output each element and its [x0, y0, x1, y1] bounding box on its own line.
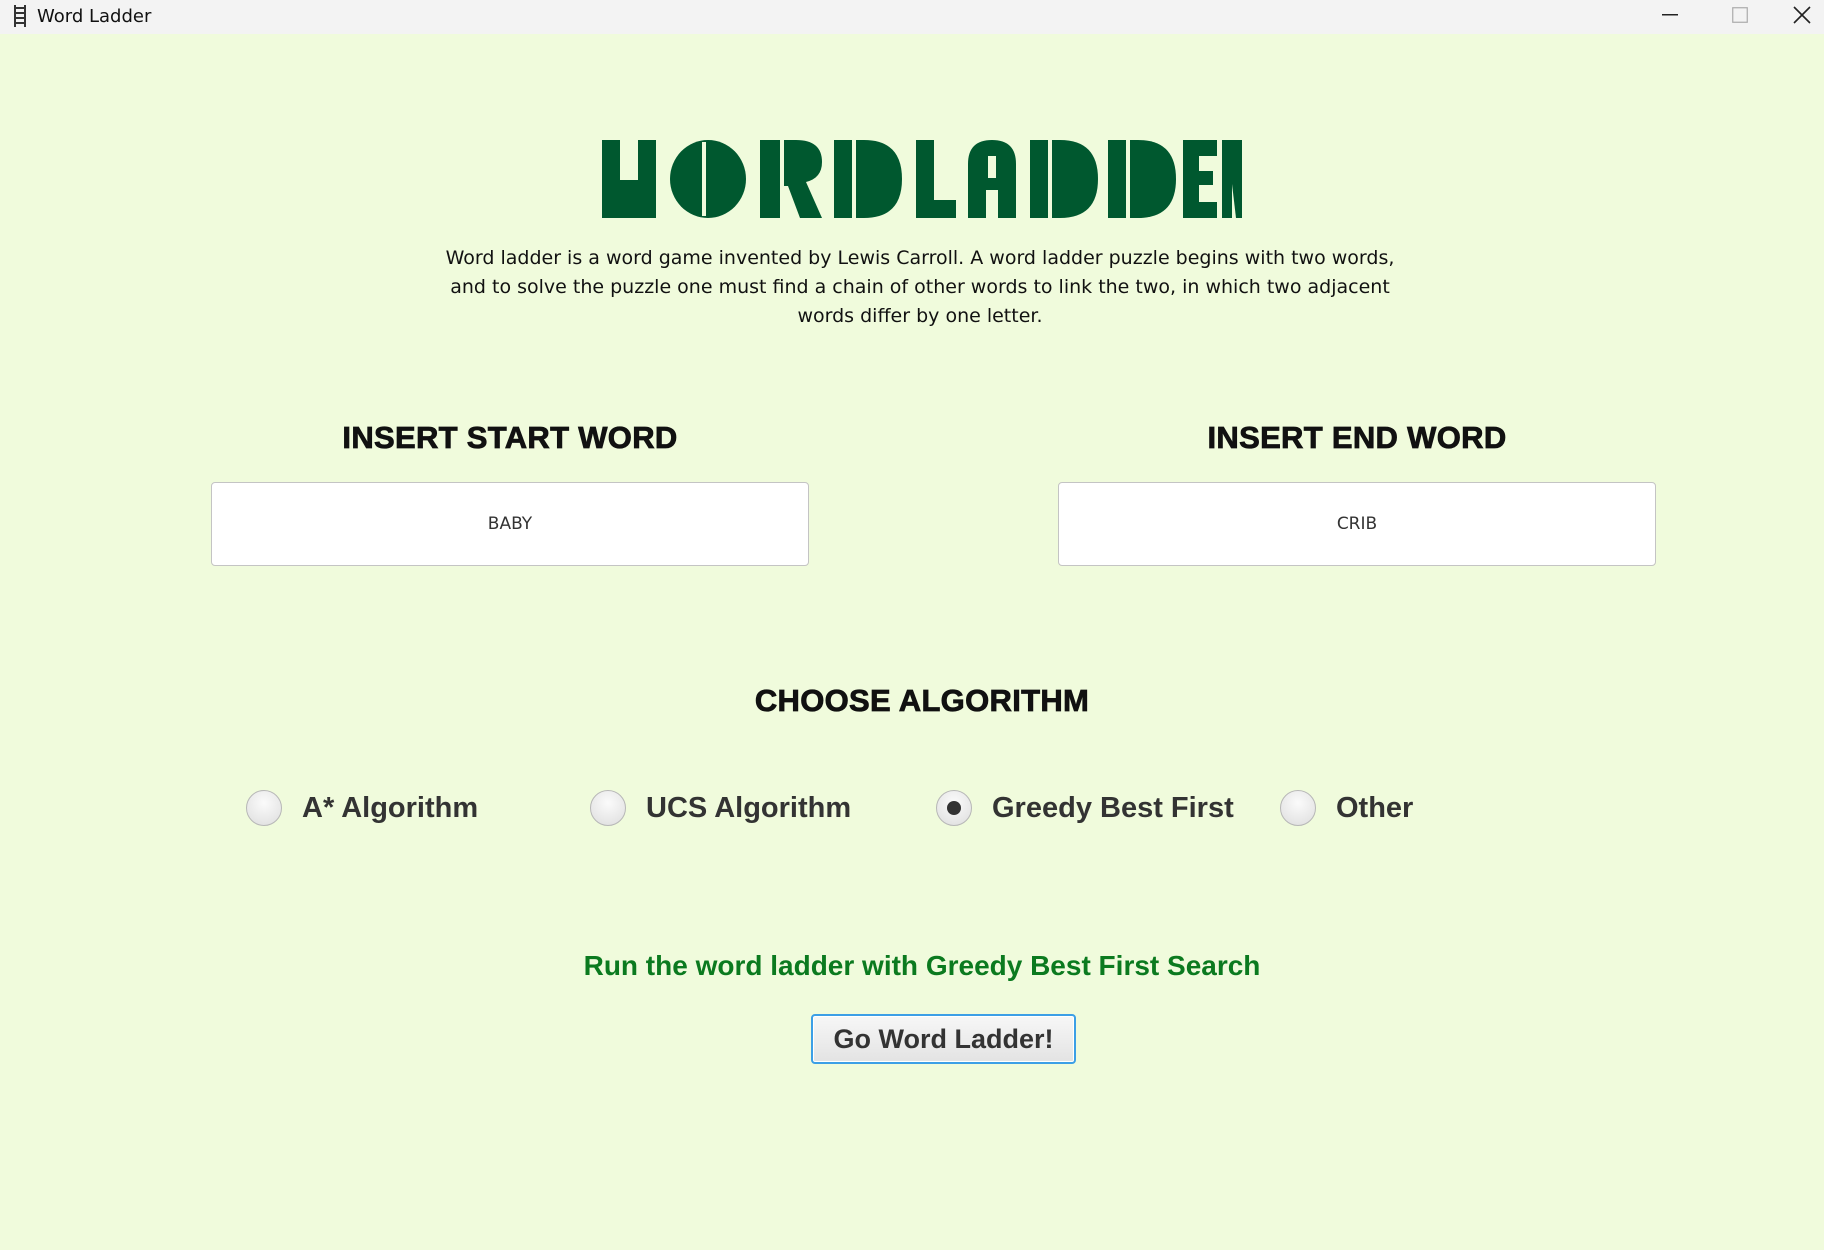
radio-button[interactable]	[246, 790, 282, 826]
end-word-input[interactable]	[1058, 482, 1656, 566]
radio-ucs-algorithm[interactable]: UCS Algorithm	[590, 788, 851, 828]
start-word-input[interactable]	[211, 482, 809, 566]
minimize-button[interactable]	[1640, 0, 1700, 30]
radio-label: Greedy Best First	[992, 791, 1234, 824]
radio-other[interactable]: Other	[1280, 788, 1413, 828]
maximize-button[interactable]	[1710, 0, 1770, 30]
minimize-icon	[1662, 14, 1678, 16]
maximize-icon	[1732, 7, 1748, 23]
radio-label: Other	[1336, 791, 1414, 824]
radio-button[interactable]	[1280, 790, 1316, 826]
go-word-ladder-button[interactable]: Go Word Ladder!	[811, 1014, 1076, 1064]
ladder-icon	[14, 5, 26, 27]
radio-button-selected[interactable]	[936, 790, 972, 826]
run-status-text: Run the word ladder with Greedy Best Fir…	[583, 950, 1261, 981]
window-title: Word Ladder	[37, 6, 152, 27]
start-word-label: INSERT START WORD	[342, 420, 678, 456]
choose-algorithm-label: CHOOSE ALGORITHM	[754, 683, 1090, 719]
radio-greedy-best-first[interactable]: Greedy Best First	[936, 788, 1234, 828]
close-button[interactable]	[1780, 0, 1824, 30]
radio-label: UCS Algorithm	[646, 791, 852, 824]
close-icon	[1793, 6, 1811, 24]
radio-button[interactable]	[590, 790, 626, 826]
word-ladder-logo	[602, 140, 1242, 218]
game-description: Word ladder is a word game invented by L…	[445, 247, 1395, 327]
end-word-label: INSERT END WORD	[1207, 420, 1507, 456]
radio-label: A* Algorithm	[302, 791, 479, 824]
radio-astar-algorithm[interactable]: A* Algorithm	[246, 788, 478, 828]
window-titlebar: Word Ladder	[0, 0, 1824, 34]
